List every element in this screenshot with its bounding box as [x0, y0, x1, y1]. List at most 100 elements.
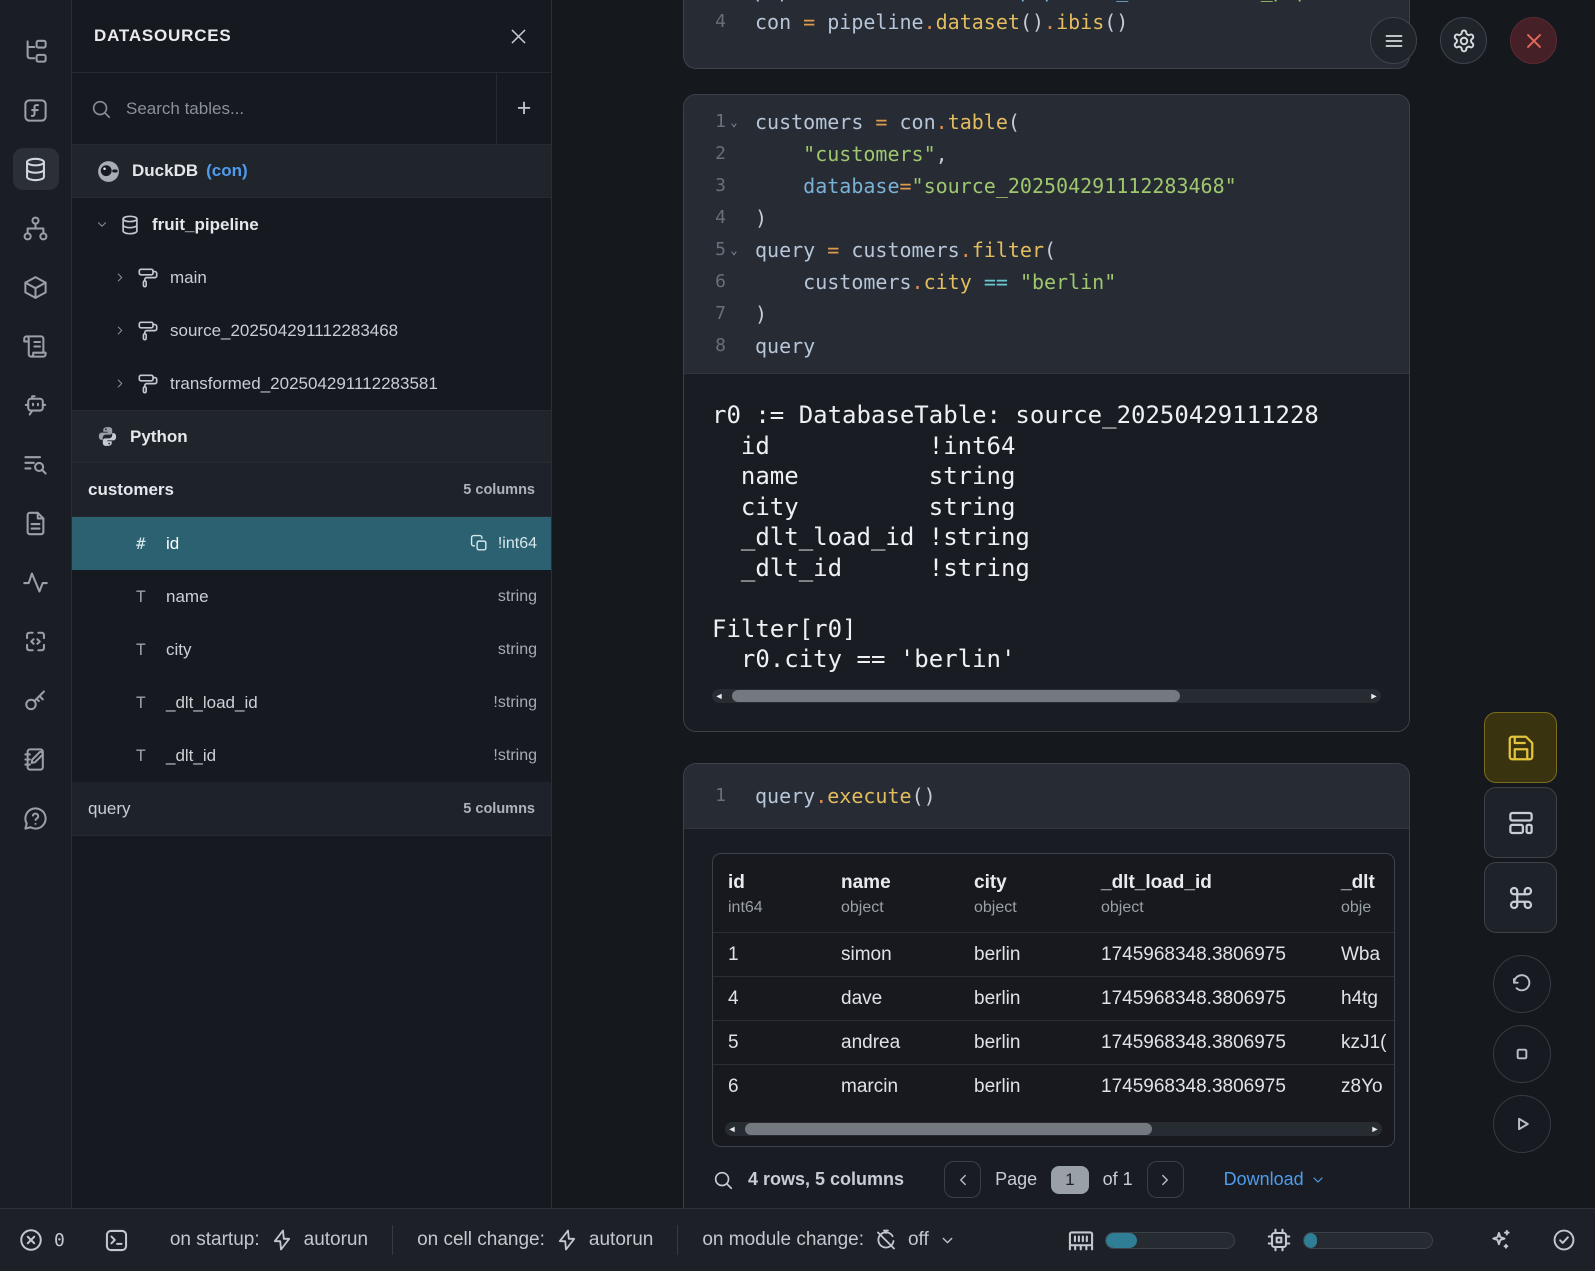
table-hscrollbar[interactable]: ◄►: [725, 1122, 1382, 1136]
stop-button[interactable]: [1493, 1025, 1551, 1083]
rail-item-file-tree[interactable]: [13, 30, 59, 72]
code-line[interactable]: 6 customers.city == "berlin": [684, 266, 1409, 298]
undo-button[interactable]: [1493, 955, 1551, 1013]
column-dtype: string: [498, 641, 537, 659]
scroll-right-arrow[interactable]: ►: [1368, 1122, 1382, 1136]
table-row[interactable]: customers5 columns: [72, 463, 551, 517]
column-row-_dlt_id[interactable]: T_dlt_id!string: [72, 729, 551, 782]
connection-status[interactable]: [1551, 1227, 1577, 1253]
connection-row[interactable]: DuckDB(con): [72, 145, 551, 198]
setting-value: off: [908, 1229, 929, 1251]
save-button[interactable]: [1484, 712, 1557, 783]
scroll-left-arrow[interactable]: ◄: [712, 689, 726, 703]
rail-item-dependency-graph[interactable]: [13, 207, 59, 249]
terminal-icon: [103, 1227, 130, 1254]
rail-item-database[interactable]: [13, 148, 59, 190]
documentation-icon: [22, 510, 49, 537]
snippets-icon: [22, 628, 49, 655]
fold-icon: [726, 202, 742, 234]
code-line[interactable]: 7): [684, 298, 1409, 330]
fold-icon[interactable]: ⌄: [726, 106, 742, 138]
statusbar-setting[interactable]: on cell change:autorun: [417, 1228, 653, 1252]
circle-x-icon: [18, 1227, 44, 1253]
line-number: 3: [684, 170, 726, 202]
gear-button[interactable]: [1440, 17, 1487, 64]
code-line[interactable]: 3 database="source_202504291112283468": [684, 170, 1409, 202]
rail-item-logs[interactable]: [13, 325, 59, 367]
setting-value: autorun: [304, 1229, 368, 1251]
command-icon: [1506, 883, 1536, 913]
paint-roller-icon: [137, 267, 159, 289]
ram-usage: [1067, 1226, 1235, 1254]
schema-row[interactable]: main: [72, 251, 551, 304]
result-row[interactable]: 5andreaberlin1745968348.3806975kzJ1(: [713, 1020, 1394, 1064]
table-row[interactable]: query5 columns: [72, 782, 551, 836]
rail-item-snippets[interactable]: [13, 620, 59, 662]
code-line[interactable]: 5⌄query = customers.filter(: [684, 234, 1409, 266]
rail-item-list-search[interactable]: [13, 443, 59, 485]
statusbar-setting[interactable]: on startup:autorun: [170, 1228, 368, 1252]
code-line[interactable]: 1⌄customers = con.table(: [684, 106, 1409, 138]
rail-item-documentation[interactable]: [13, 502, 59, 544]
result-row[interactable]: 1simonberlin1745968348.3806975Wba: [713, 932, 1394, 976]
schema-row[interactable]: source_202504291112283468: [72, 304, 551, 357]
add-datasource-button[interactable]: +: [496, 73, 551, 144]
circle-check-icon: [1551, 1227, 1577, 1253]
shutdown-button[interactable]: [1510, 17, 1557, 64]
download-link[interactable]: Download: [1224, 1169, 1326, 1190]
play-button[interactable]: [1493, 1095, 1551, 1153]
code-line[interactable]: 8query: [684, 330, 1409, 362]
rail-item-packages[interactable]: [13, 266, 59, 308]
result-row[interactable]: 6marcinberlin1745968348.3806975z8Yo: [713, 1064, 1394, 1108]
menu-button[interactable]: [1370, 17, 1417, 64]
schema-row[interactable]: transformed_202504291112283581: [72, 357, 551, 410]
code-line[interactable]: 1query.execute(): [684, 780, 1409, 812]
layout-icon: [1506, 808, 1536, 838]
rail-item-functions[interactable]: [13, 89, 59, 131]
rail-item-chat-bot[interactable]: [13, 384, 59, 426]
code-line[interactable]: 4con = pipeline.dataset().ibis(): [684, 6, 1409, 38]
table-columns-badge: 5 columns: [463, 801, 535, 817]
rail-item-help[interactable]: [13, 797, 59, 839]
cell-query[interactable]: 1⌄customers = con.table(2 "customers",3 …: [683, 94, 1410, 732]
rail-item-secrets-key[interactable]: [13, 679, 59, 721]
terminal-button[interactable]: [103, 1227, 130, 1254]
scroll-right-arrow[interactable]: ►: [1367, 689, 1381, 703]
database-row[interactable]: fruit_pipeline: [72, 198, 551, 251]
statusbar-setting[interactable]: on module change:off: [702, 1228, 955, 1252]
column-row-city[interactable]: Tcitystring: [72, 623, 551, 676]
ai-button[interactable]: [1487, 1227, 1513, 1253]
console-line: Filter[r0]: [712, 614, 1409, 645]
database-icon: [119, 214, 141, 236]
column-type-glyph: T: [136, 587, 166, 606]
cell-connection[interactable]: 3pipeline = dlt.attach(pipeline_name="fr…: [683, 0, 1410, 69]
console-hscrollbar[interactable]: ◄►: [712, 689, 1381, 703]
search-tables-input[interactable]: [126, 99, 478, 119]
cell-execute[interactable]: 1query.execute()idint64nameobjectcityobj…: [683, 763, 1410, 1208]
column-row-name[interactable]: Tnamestring: [72, 570, 551, 623]
column-row-id[interactable]: #id!int64: [72, 517, 551, 570]
column-row-_dlt_load_id[interactable]: T_dlt_load_id!string: [72, 676, 551, 729]
errors-indicator[interactable]: 0: [18, 1227, 65, 1253]
code-line[interactable]: 4): [684, 202, 1409, 234]
functions-icon: [22, 97, 49, 124]
result-cell: simon: [826, 933, 959, 977]
code-line[interactable]: 2 "customers",: [684, 138, 1409, 170]
command-button[interactable]: [1484, 862, 1557, 933]
python-label: Python: [130, 427, 188, 447]
result-cell: berlin: [959, 977, 1086, 1021]
next-page-button[interactable]: [1147, 1161, 1184, 1198]
prev-page-button[interactable]: [944, 1161, 981, 1198]
fold-icon[interactable]: ⌄: [726, 234, 742, 266]
result-col-dtype: obje: [1341, 896, 1395, 920]
rail-item-activity[interactable]: [13, 561, 59, 603]
datasources-panel: DATASOURCES + DuckDB(con)fruit_pipelinem…: [72, 0, 552, 1208]
scroll-left-arrow[interactable]: ◄: [725, 1122, 739, 1136]
rail-item-scratchpad[interactable]: [13, 738, 59, 780]
layout-button[interactable]: [1484, 787, 1557, 858]
result-row[interactable]: 4daveberlin1745968348.3806975h4tg: [713, 976, 1394, 1020]
python-section-row[interactable]: Python: [72, 410, 551, 463]
copy-icon[interactable]: [470, 534, 489, 553]
save-icon: [1506, 733, 1536, 763]
close-panel-icon[interactable]: [508, 26, 529, 47]
